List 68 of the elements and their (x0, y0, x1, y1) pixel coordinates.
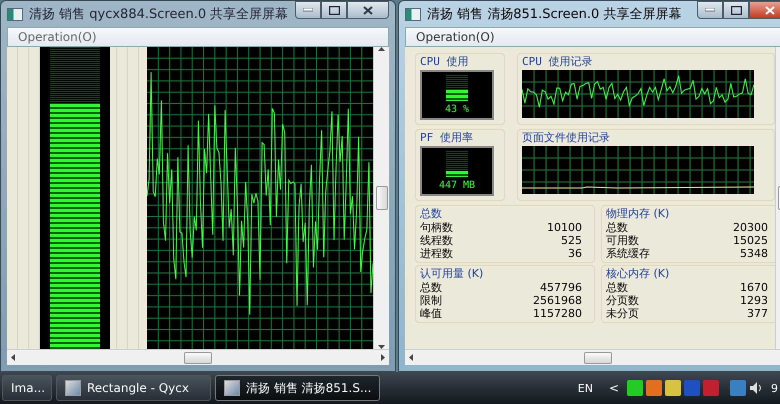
stat-value: 2561968 (533, 294, 582, 307)
menu-item[interactable]: Operation(O) (412, 30, 499, 44)
scroll-thumb[interactable] (584, 352, 612, 364)
window-title: 清扬 销售 清扬851.Screen.0 共享全屏屏幕 (427, 6, 682, 23)
scroll-left-icon (409, 354, 413, 361)
panel-label: PF 使用率 (420, 130, 474, 146)
minimize-button[interactable] (697, 1, 723, 19)
stat-label: 未分页 (606, 307, 639, 320)
stat-label: 限制 (420, 294, 442, 307)
stat-value: 15025 (733, 234, 768, 247)
panel-label: 页面文件使用记录 (522, 130, 611, 146)
clock: 9 (771, 382, 778, 394)
stat-value: 377 (747, 307, 768, 320)
scroll-thumb[interactable] (376, 186, 388, 210)
close-icon (363, 6, 373, 14)
stat-label: 分页数 (606, 294, 639, 307)
vertical-scrollbar[interactable] (373, 47, 389, 349)
stat-label: 可用数 (606, 234, 639, 247)
panel-label: CPU 使用记录 (522, 54, 594, 70)
maximize-icon (328, 6, 340, 14)
panel-label: CPU 使用 (420, 54, 470, 70)
stat-value: 1157280 (533, 307, 582, 320)
close-button[interactable] (347, 1, 389, 19)
close-button[interactable] (749, 1, 780, 19)
group-title: 物理内存 (K) (606, 206, 670, 221)
stat-value: 36 (568, 247, 582, 260)
maximize-button[interactable] (723, 1, 749, 19)
stat-label: 句柄数 (420, 221, 453, 234)
language-indicator[interactable]: EN (578, 382, 593, 394)
stat-label: 总数 (606, 221, 628, 234)
menu-item[interactable]: Operation(O) (14, 30, 101, 44)
horizontal-scrollbar[interactable] (7, 349, 389, 365)
stat-label: 进程数 (420, 247, 453, 260)
scroll-right-icon (381, 354, 385, 361)
stat-value: 1670 (740, 281, 768, 294)
stat-label: 系统缓存 (606, 247, 650, 260)
minimize-icon (705, 8, 715, 12)
app-icon (7, 8, 23, 20)
stat-value: 20300 (733, 221, 768, 234)
taskbar-button[interactable]: Rectangle - Qycx (56, 375, 211, 401)
scroll-left-icon (11, 354, 15, 361)
maximize-icon (730, 6, 742, 14)
meter-reading: 43 % (444, 104, 470, 115)
close-icon (765, 6, 775, 14)
stat-value: 457796 (540, 281, 582, 294)
meter-reading: 447 MB (438, 180, 476, 191)
stat-value: 5348 (740, 247, 768, 260)
group-title: 认可用量 (K) (420, 266, 484, 281)
minimize-button[interactable] (295, 1, 321, 19)
volume-icon[interactable] (749, 381, 763, 395)
group-title: 核心内存 (K) (606, 266, 670, 281)
group-title: 总数 (420, 206, 443, 221)
maximize-button[interactable] (321, 1, 347, 19)
stat-value: 1293 (740, 294, 768, 307)
stat-value: 10100 (547, 221, 582, 234)
show-hidden-icons[interactable]: < (608, 381, 619, 395)
minimize-icon (303, 8, 313, 12)
app-icon (405, 8, 421, 20)
window-title: 清扬 销售 qycx884.Screen.0 共享全屏屏幕 (29, 6, 289, 23)
scroll-thumb[interactable] (184, 352, 212, 364)
stat-label: 总数 (420, 281, 442, 294)
stat-label: 峰值 (420, 307, 442, 320)
taskbar-button[interactable]: Ima... (2, 375, 52, 401)
stat-label: 总数 (606, 281, 628, 294)
stat-label: 线程数 (420, 234, 453, 247)
taskbar-button[interactable]: 清扬 销售 清扬851.S... (215, 375, 380, 401)
stat-value: 525 (561, 234, 582, 247)
horizontal-scrollbar[interactable] (405, 349, 780, 365)
